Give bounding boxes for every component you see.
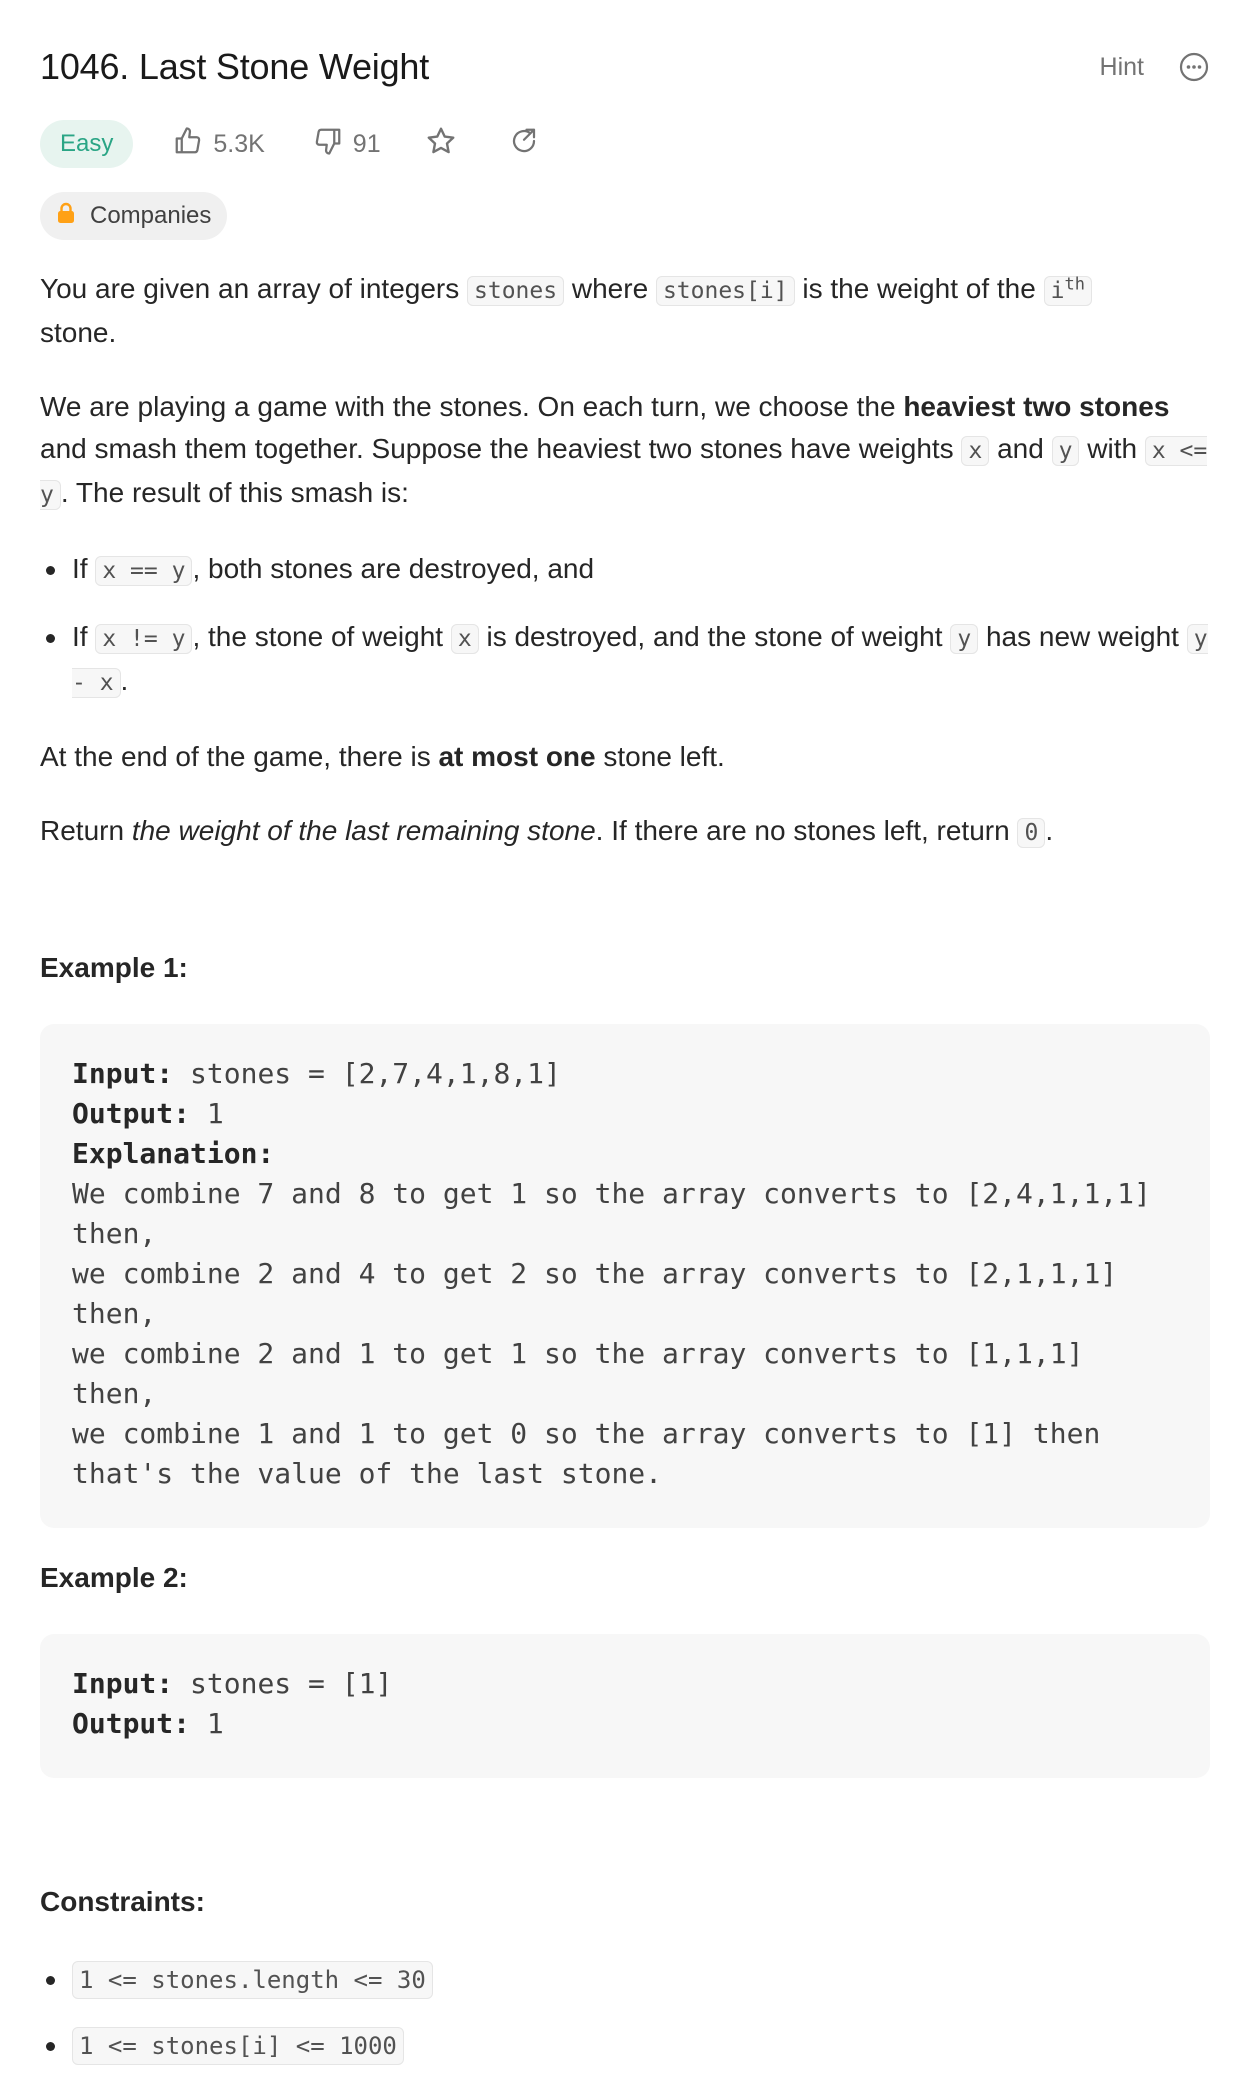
example-1-block: Input: stones = [2,7,4,1,8,1] Output: 1 … [40, 1024, 1210, 1528]
description-paragraph: Return the weight of the last remaining … [40, 815, 1054, 848]
problem-page: 1046. Last Stone Weight Hint Easy 5.3K 9… [0, 0, 1250, 2092]
like-count: 5.3K [213, 129, 265, 158]
example-2-block: Input: stones = [1] Output: 1 [40, 1634, 1210, 1778]
problem-header: 1046. Last Stone Weight Hint [40, 42, 1210, 92]
hint-button[interactable]: Hint [1100, 53, 1144, 82]
example-1-title: Example 1: [40, 952, 188, 983]
inline-code: 1 <= stones.length <= 30 [72, 1961, 433, 1999]
dislike-button[interactable]: 91 [313, 126, 381, 163]
like-button[interactable]: 5.3K [173, 126, 265, 163]
inline-code: stones[i] [655, 276, 795, 306]
inline-code: y [950, 624, 979, 654]
inline-code: x != y [95, 624, 193, 654]
problem-description: You are given an array of integers stone… [40, 268, 1210, 886]
constraints-list: 1 <= stones.length <= 30 1 <= stones[i] … [40, 1958, 433, 2090]
description-paragraph: At the end of the game, there is at most… [40, 741, 725, 772]
problem-meta: Easy 5.3K 91 [40, 118, 539, 170]
difficulty-badge: Easy [40, 120, 134, 168]
favorite-button[interactable] [425, 125, 457, 164]
list-item: If x != y, the stone of weight x is dest… [40, 616, 1210, 704]
share-icon [509, 126, 539, 163]
more-options-icon[interactable] [1178, 51, 1210, 83]
inline-code: x [961, 436, 990, 466]
constraints-title: Constraints: [40, 1886, 205, 1917]
inline-code: 1 <= stones[i] <= 1000 [72, 2027, 404, 2065]
star-icon [425, 125, 457, 164]
example-2-title: Example 2: [40, 1562, 188, 1593]
description-paragraph: You are given an array of integers stone… [40, 268, 1210, 354]
companies-tag[interactable]: Companies [40, 192, 228, 240]
dislike-count: 91 [352, 129, 381, 158]
problem-title[interactable]: 1046. Last Stone Weight [40, 46, 429, 88]
thumbs-up-icon [173, 126, 203, 163]
rules-list: If x == y, both stones are destroyed, an… [40, 548, 1210, 704]
inline-code: stones [467, 276, 565, 306]
header-actions: Hint [1100, 51, 1210, 83]
inline-code: ith [1043, 276, 1092, 306]
thumbs-down-icon [313, 126, 343, 163]
list-item: 1 <= stones.length <= 30 [40, 1958, 433, 2002]
description-paragraph: We are playing a game with the stones. O… [40, 391, 1208, 510]
inline-code: 0 [1017, 818, 1046, 848]
inline-code: x == y [95, 556, 193, 586]
list-item: If x == y, both stones are destroyed, an… [40, 548, 1210, 592]
inline-code: y [1051, 436, 1080, 466]
list-item: 1 <= stones[i] <= 1000 [40, 2024, 433, 2068]
companies-label: Companies [90, 202, 212, 229]
inline-code: x [450, 624, 479, 654]
share-button[interactable] [509, 126, 539, 163]
lock-icon [56, 202, 76, 231]
